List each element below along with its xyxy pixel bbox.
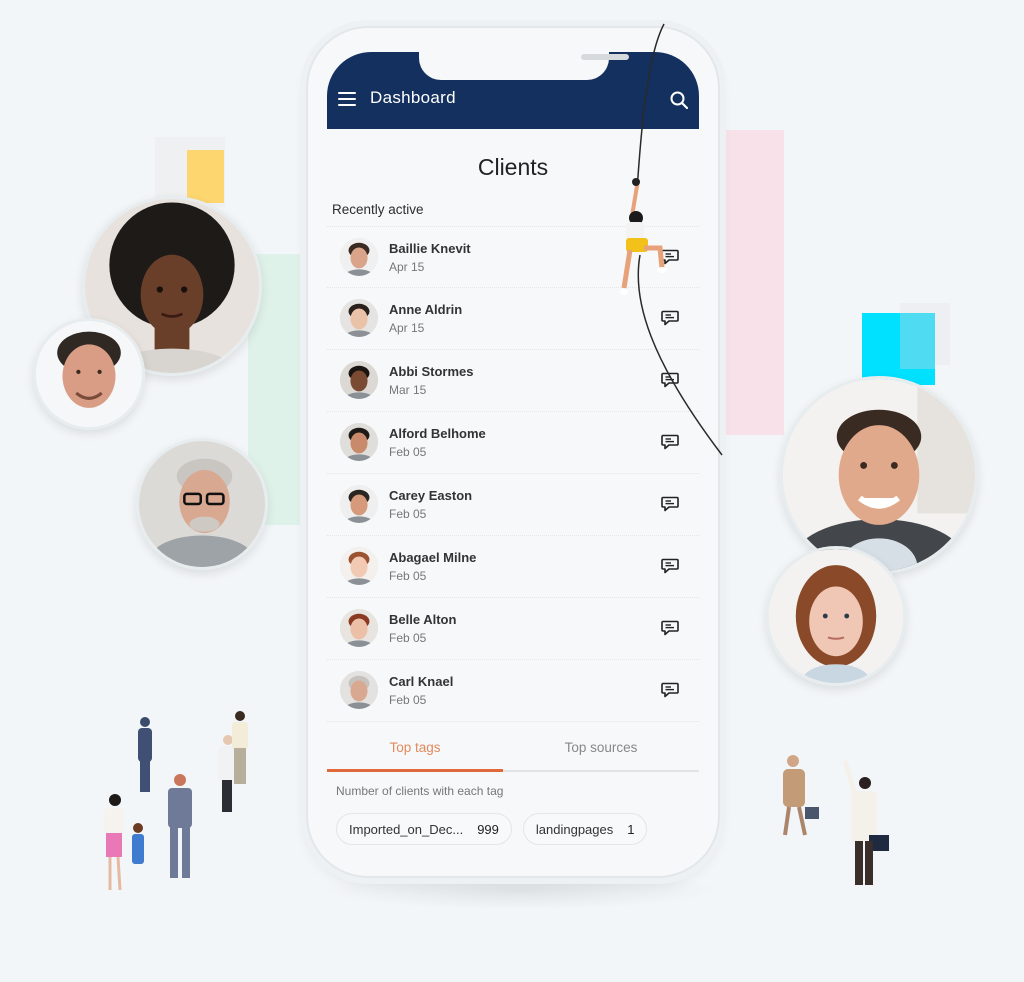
tab-top-tags[interactable]: Top tags xyxy=(327,732,503,772)
hamburger-menu-icon[interactable] xyxy=(338,92,356,106)
man-portrait-icon xyxy=(36,321,142,427)
message-icon[interactable] xyxy=(661,372,679,388)
client-avatar xyxy=(340,238,378,276)
decorative-block-cyan-light xyxy=(900,313,935,369)
figure-man-tan xyxy=(232,711,248,784)
portrait-photo xyxy=(136,438,268,570)
search-icon[interactable] xyxy=(669,90,689,110)
section-label-recently-active: Recently active xyxy=(332,202,424,217)
client-date: Feb 05 xyxy=(389,507,427,521)
client-avatar xyxy=(340,485,378,523)
message-icon[interactable] xyxy=(661,496,679,512)
message-icon[interactable] xyxy=(661,310,679,326)
message-icon[interactable] xyxy=(661,249,679,265)
client-name: Carl Knael xyxy=(389,674,454,689)
figure-man-suit xyxy=(168,774,192,878)
app-title: Dashboard xyxy=(370,88,456,107)
message-icon[interactable] xyxy=(661,434,679,450)
figure-child xyxy=(132,823,144,864)
client-list-item[interactable]: Carey Easton Feb 05 xyxy=(327,474,699,536)
client-date: Feb 05 xyxy=(389,631,427,645)
client-name: Abagael Milne xyxy=(389,550,477,565)
tags-tabs: Top tags Top sources xyxy=(327,732,699,772)
decorative-block-yellow xyxy=(187,150,224,203)
portrait-photo xyxy=(780,376,978,574)
client-avatar xyxy=(340,609,378,647)
figure-doctor xyxy=(218,735,236,812)
tag-chip-label: landingpages xyxy=(535,821,614,837)
miniature-people-right xyxy=(783,755,889,885)
page-title: Clients xyxy=(477,154,549,180)
miniature-people-left xyxy=(104,711,248,891)
client-list: Baillie Knevit Apr 15 Anne Aldrin Apr 15 Abb… xyxy=(327,226,699,722)
tab-top-sources[interactable]: Top sources xyxy=(513,732,689,770)
client-date: Feb 05 xyxy=(389,445,427,459)
tag-chip-label: Imported_on_Dec... xyxy=(349,821,464,837)
client-list-item[interactable]: Abbi Stormes Mar 15 xyxy=(327,350,699,412)
client-name: Abbi Stormes xyxy=(389,364,474,379)
tag-chips: Imported_on_Dec... 999 landingpages 1 xyxy=(336,813,648,845)
client-avatar xyxy=(340,423,378,461)
figure-man-white-coat xyxy=(842,760,889,885)
portrait-photo xyxy=(33,318,145,430)
client-date: Feb 05 xyxy=(389,569,427,583)
client-name: Baillie Knevit xyxy=(389,241,471,256)
client-avatar xyxy=(340,361,378,399)
client-avatar xyxy=(340,299,378,337)
message-icon[interactable] xyxy=(661,682,679,698)
client-avatar xyxy=(340,671,378,709)
client-list-item[interactable]: Abagael Milne Feb 05 xyxy=(327,536,699,598)
client-name: Alford Belhome xyxy=(389,426,486,441)
tag-chip-count: 999 xyxy=(477,821,499,837)
phone-notch xyxy=(419,52,629,80)
figure-man-brown-coat xyxy=(783,755,819,836)
portrait-photo xyxy=(766,546,906,686)
smiling-man-portrait-icon xyxy=(783,379,975,571)
message-icon[interactable] xyxy=(661,558,679,574)
client-name: Carey Easton xyxy=(389,488,473,503)
client-avatar xyxy=(340,547,378,585)
phone-speaker xyxy=(581,54,629,60)
phone-screen: Dashboard Clients Recently active Bailli… xyxy=(327,52,699,868)
figure-gray-man xyxy=(138,717,152,792)
older-man-portrait-icon xyxy=(139,441,265,567)
client-date: Mar 15 xyxy=(389,383,427,397)
tag-chip[interactable]: landingpages 1 xyxy=(522,813,648,845)
figure-woman xyxy=(104,794,124,891)
client-list-item[interactable]: Carl Knael Feb 05 xyxy=(327,660,699,722)
client-name: Anne Aldrin xyxy=(389,302,463,317)
decorative-block-pink xyxy=(722,130,784,435)
tag-chip[interactable]: Imported_on_Dec... 999 xyxy=(336,813,512,845)
client-name: Belle Alton xyxy=(389,612,457,627)
client-date: Apr 15 xyxy=(389,260,425,274)
client-date: Apr 15 xyxy=(389,321,425,335)
client-date: Feb 05 xyxy=(389,693,427,707)
client-list-item[interactable]: Anne Aldrin Apr 15 xyxy=(327,288,699,350)
tags-caption: Number of clients with each tag xyxy=(336,784,504,798)
app-header: Dashboard xyxy=(327,52,699,129)
message-icon[interactable] xyxy=(661,620,679,636)
client-list-item[interactable]: Baillie Knevit Apr 15 xyxy=(327,226,699,288)
tag-chip-count: 1 xyxy=(627,821,635,837)
client-list-item[interactable]: Belle Alton Feb 05 xyxy=(327,598,699,660)
client-list-item[interactable]: Alford Belhome Feb 05 xyxy=(327,412,699,474)
woman-red-hair-portrait-icon xyxy=(769,549,903,683)
